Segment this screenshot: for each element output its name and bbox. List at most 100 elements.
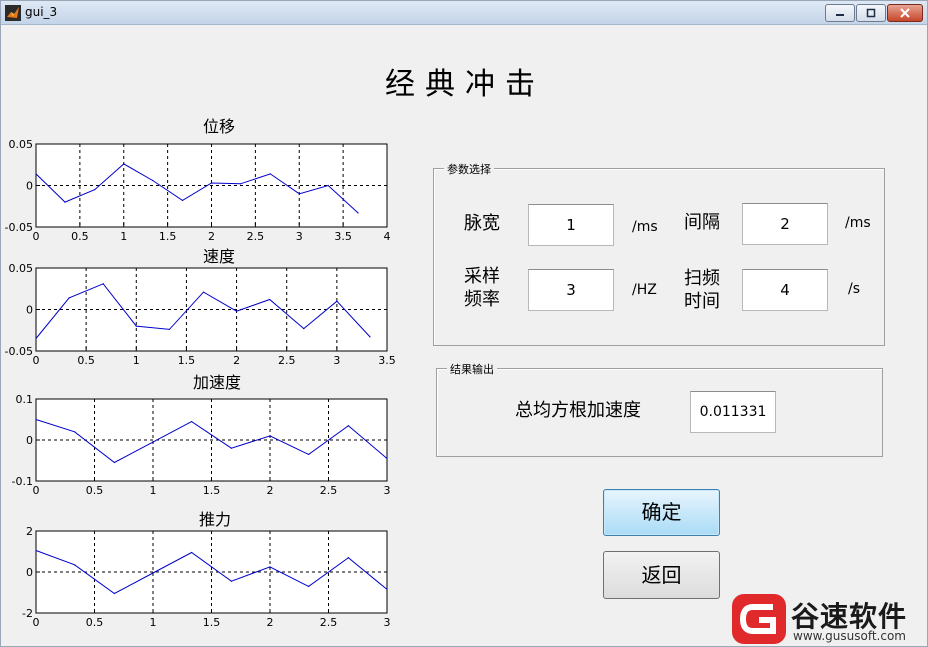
data-point bbox=[152, 179, 154, 182]
sample-rate-field[interactable]: 3 bbox=[528, 269, 614, 311]
page-title: 经典冲击 bbox=[385, 67, 545, 102]
data-point bbox=[202, 291, 205, 293]
x-tick-label: 1 bbox=[120, 230, 127, 243]
close-button[interactable] bbox=[887, 4, 923, 22]
data-point bbox=[113, 592, 115, 595]
data-point bbox=[230, 580, 232, 582]
x-tick-label: 3 bbox=[384, 484, 391, 497]
sample-rate-unit: /HZ bbox=[632, 282, 657, 298]
acceleration-plot: 0 0.5 1 1.5 2 2.5 30.10-0.1 bbox=[12, 393, 391, 497]
x-tick-label: 0 bbox=[33, 484, 40, 497]
minimize-icon bbox=[836, 14, 844, 16]
data-point bbox=[269, 566, 271, 568]
y-tick-label: 0 bbox=[26, 304, 33, 317]
x-tick-label: 0.5 bbox=[86, 616, 104, 629]
data-point bbox=[68, 297, 70, 299]
data-point bbox=[327, 184, 329, 187]
x-tick-label: 2.5 bbox=[278, 354, 296, 367]
watermark-url: www.gususoft.com bbox=[793, 629, 906, 643]
data-point bbox=[369, 336, 371, 338]
y-tick-label: -2 bbox=[22, 607, 33, 620]
data-point bbox=[64, 201, 66, 203]
y-tick-label: 0 bbox=[26, 180, 33, 193]
x-tick-label: 0.5 bbox=[71, 230, 89, 243]
x-tick-label: 3.5 bbox=[378, 354, 396, 367]
y-tick-label: -0.1 bbox=[12, 475, 33, 488]
x-tick-label: 2.5 bbox=[247, 230, 265, 243]
data-point bbox=[230, 447, 232, 449]
data-point bbox=[298, 193, 300, 195]
data-point bbox=[308, 585, 310, 587]
data-point bbox=[210, 182, 213, 184]
data-point bbox=[386, 588, 388, 591]
interval-unit: /ms bbox=[845, 215, 871, 231]
sweep-time-label-line2: 时间 bbox=[684, 291, 720, 312]
x-tick-label: 0.5 bbox=[77, 354, 95, 367]
x-tick-label: 2 bbox=[267, 616, 274, 629]
params-panel: 参数选择 脉宽 1 /ms 间隔 2 /ms 采样 频率 3 /HZ 扫频 时间… bbox=[433, 161, 885, 346]
data-point bbox=[357, 212, 359, 214]
x-tick-label: 1.5 bbox=[159, 230, 177, 243]
minimize-button[interactable] bbox=[825, 4, 855, 22]
data-point bbox=[113, 461, 115, 464]
thrust-plot: 0 0.5 1 1.5 2 2.5 320-2 bbox=[22, 525, 391, 629]
x-tick-label: 2 bbox=[233, 354, 240, 367]
data-point bbox=[303, 327, 305, 330]
x-tick-label: 0 bbox=[33, 230, 40, 243]
maximize-button[interactable] bbox=[856, 4, 886, 22]
back-button[interactable]: 返回 bbox=[603, 551, 720, 599]
data-point bbox=[35, 173, 37, 175]
x-tick-label: 2 bbox=[267, 484, 274, 497]
data-point bbox=[269, 173, 271, 175]
sweep-time-field[interactable]: 4 bbox=[742, 269, 828, 311]
y-tick-label: -0.05 bbox=[5, 345, 33, 358]
y-tick-label: 0 bbox=[26, 434, 33, 447]
y-tick-label: 2 bbox=[26, 525, 33, 538]
data-point bbox=[35, 337, 37, 340]
x-tick-label: 1.5 bbox=[203, 616, 221, 629]
x-tick-label: 2.5 bbox=[320, 484, 338, 497]
data-point bbox=[347, 557, 349, 559]
data-point bbox=[308, 453, 310, 455]
x-tick-label: 2.5 bbox=[320, 616, 338, 629]
x-tick-label: 0 bbox=[33, 354, 40, 367]
plot-title-acceleration: 加速度 bbox=[193, 373, 242, 392]
sample-rate-label-line1: 采样 bbox=[464, 266, 500, 287]
data-point bbox=[152, 441, 154, 443]
data-point bbox=[94, 189, 96, 191]
sample-rate-label-line2: 频率 bbox=[464, 289, 500, 310]
x-tick-label: 3 bbox=[384, 616, 391, 629]
data-point bbox=[135, 325, 137, 327]
y-tick-label: 0.05 bbox=[9, 262, 34, 275]
x-tick-label: 3 bbox=[296, 230, 303, 243]
data-point bbox=[269, 435, 271, 437]
data-point bbox=[191, 551, 193, 554]
rms-acceleration-label: 总均方根加速度 bbox=[515, 400, 641, 421]
close-icon bbox=[900, 8, 910, 18]
y-tick-label: 0.1 bbox=[16, 393, 34, 406]
params-panel-title: 参数选择 bbox=[444, 161, 494, 177]
app-window: gui_3 经典冲击 位移 0 0.5 1 1.5 2 2.5 3 3.5 4 0.05 0 -0.0… bbox=[0, 0, 928, 647]
data-point bbox=[386, 457, 388, 460]
x-tick-label: 3 bbox=[333, 354, 340, 367]
sweep-time-unit: /s bbox=[848, 281, 861, 297]
x-tick-label: 1.5 bbox=[178, 354, 196, 367]
y-tick-label: 0 bbox=[26, 566, 33, 579]
interval-field[interactable]: 2 bbox=[742, 203, 828, 245]
title-bar[interactable]: gui_3 bbox=[1, 1, 927, 25]
interval-label: 间隔 bbox=[684, 212, 720, 233]
pulse-width-field[interactable]: 1 bbox=[528, 204, 614, 246]
data-point bbox=[269, 298, 271, 301]
ok-button[interactable]: 确定 bbox=[603, 489, 720, 536]
plot-title-displacement: 位移 bbox=[203, 117, 236, 136]
displacement-plot: 0 0.5 1 1.5 2 2.5 3 3.5 40.050-0.05 bbox=[5, 138, 391, 243]
data-point bbox=[235, 310, 238, 312]
rms-acceleration-field[interactable]: 0.011331 bbox=[690, 391, 776, 433]
data-point bbox=[336, 300, 338, 302]
sweep-time-label-line1: 扫频 bbox=[684, 268, 720, 289]
data-point bbox=[35, 549, 37, 552]
data-point bbox=[347, 425, 349, 427]
data-point bbox=[102, 283, 104, 285]
window-title: gui_3 bbox=[25, 5, 58, 19]
x-tick-label: 3.5 bbox=[334, 230, 352, 243]
